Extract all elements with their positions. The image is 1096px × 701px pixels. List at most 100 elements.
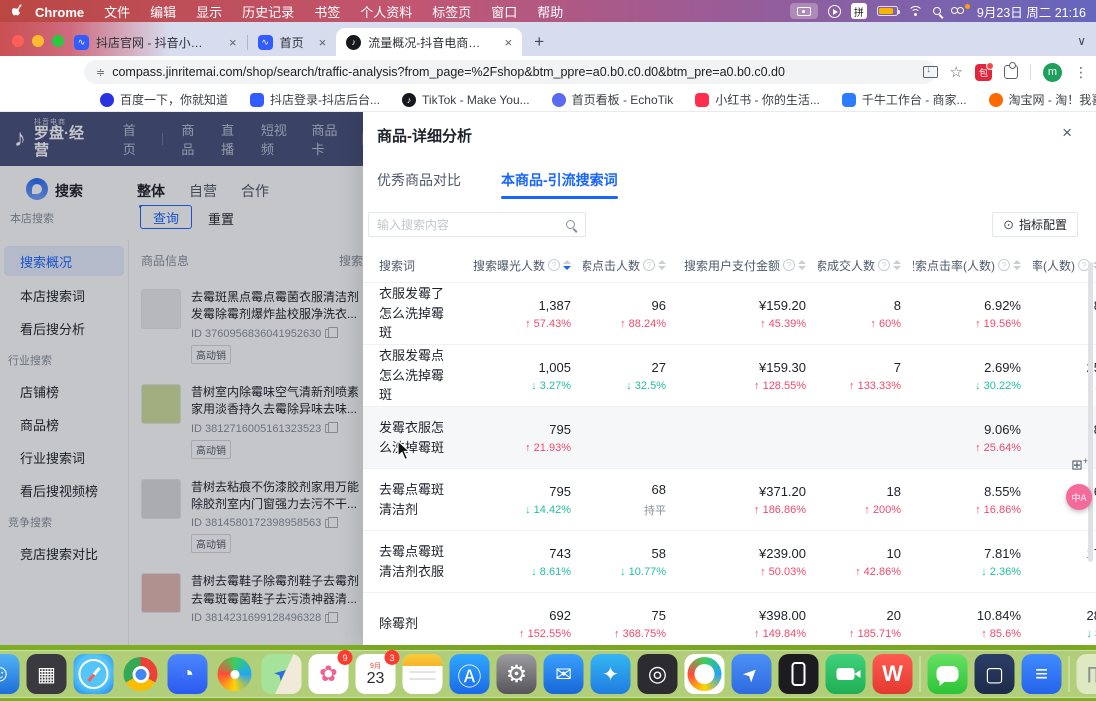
docs-app-dock-icon[interactable]: ≡ — [1022, 654, 1062, 694]
table-row-5[interactable]: 除霉剂692↑ 152.55%75↑ 368.75%¥398.00↑ 149.8… — [363, 592, 1096, 645]
extensions-puzzle-icon[interactable] — [1004, 65, 1018, 79]
install-app-icon[interactable] — [923, 66, 938, 78]
launchpad-dock-icon[interactable]: ▦ — [27, 654, 67, 694]
search-icon[interactable] — [566, 220, 575, 229]
bookmark-item-0[interactable]: 百度一下，你就知道 — [100, 91, 228, 108]
wps-office-dock-icon[interactable]: W — [873, 654, 913, 694]
paper-plane-app-dock-icon[interactable]: ➤ — [732, 654, 772, 694]
table-row-4[interactable]: 去霉点霉斑清洁剂衣服743↓ 8.61%58↓ 10.77%¥239.00↑ 5… — [363, 530, 1096, 592]
column-header-1[interactable]: 搜索曝光人数? — [468, 257, 583, 274]
keyword-search-box[interactable] — [368, 212, 586, 237]
maps-dock-icon[interactable]: ➤ — [262, 654, 302, 694]
menu-item-2[interactable]: 编辑 — [140, 5, 186, 20]
bookmark-item-1[interactable]: 抖店登录-抖店后台... — [250, 91, 380, 108]
mail-dock-icon[interactable]: ✉ — [544, 654, 584, 694]
site-settings-icon[interactable]: ≑ — [96, 66, 104, 79]
tab-close-icon[interactable]: × — [311, 35, 327, 50]
blue-app-dock-icon[interactable]: ✦ — [591, 654, 631, 694]
new-tab-button[interactable]: + — [534, 32, 544, 52]
menu-item-4[interactable]: 历史记录 — [232, 5, 304, 20]
menu-bar-clock[interactable]: 9月23日 周二 21:16 — [977, 2, 1086, 21]
bookmark-star-icon[interactable]: ☆ — [950, 63, 963, 81]
bookmark-item-2[interactable]: ♪TikTok - Make You... — [402, 93, 530, 107]
colorful-browser-dock-icon[interactable] — [685, 654, 725, 694]
menu-item-5[interactable]: 书签 — [304, 5, 350, 20]
notes-dock-icon[interactable] — [403, 654, 443, 694]
media-play-status-icon[interactable] — [828, 5, 841, 18]
menu-item-9[interactable]: 帮助 — [527, 5, 573, 20]
apple-menu-icon[interactable] — [12, 4, 25, 19]
table-row-1[interactable]: 衣服发霉点怎么洗掉霉斑1,005↓ 3.27%27↓ 32.5%¥159.30↑… — [363, 344, 1096, 406]
bookmark-item-6[interactable]: 淘宝网 - 淘！我喜欢 — [989, 91, 1096, 108]
address-bar[interactable]: ≑ compass.jinritemai.com/shop/search/tra… — [84, 60, 936, 84]
browser-tab-1[interactable]: ∿首页× — [248, 29, 337, 55]
bookmark-item-3[interactable]: 首页看板 - EchoTik — [552, 91, 674, 108]
table-row-2[interactable]: 发霉衣服怎么洗掉霉斑795↑ 21.93%9.06%↑ 25.64%8↓ — [363, 406, 1096, 468]
menu-item-0[interactable]: Chrome — [25, 5, 94, 20]
trash-dock-icon[interactable]: Ш — [1077, 654, 1096, 694]
calendar-dock-icon[interactable]: 9月233 — [356, 654, 396, 694]
tab-close-icon[interactable]: × — [221, 35, 237, 50]
photos-dock-icon[interactable]: ✿9 — [309, 654, 349, 694]
help-icon[interactable]: ? — [998, 259, 1010, 271]
column-header-4[interactable]: 搜索成交人数? — [818, 257, 913, 274]
menu-item-7[interactable]: 标签页 — [422, 5, 481, 20]
input-method-icon[interactable]: 拼 — [851, 3, 867, 19]
menu-item-6[interactable]: 个人资料 — [350, 5, 422, 20]
system-settings-dock-icon[interactable]: ⚙ — [497, 654, 537, 694]
drawer-close-icon[interactable]: × — [1062, 123, 1072, 143]
table-row-0[interactable]: 衣服发霉了怎么洗掉霉斑1,387↑ 57.43%96↑ 88.24%¥159.2… — [363, 282, 1096, 344]
help-icon[interactable]: ? — [878, 259, 890, 271]
safari-dock-icon[interactable] — [74, 654, 114, 694]
menu-item-3[interactable]: 显示 — [186, 5, 232, 20]
column-header-3[interactable]: 搜索用户支付金额? — [678, 257, 818, 274]
camera-lens-app-dock-icon[interactable]: ◎ — [638, 654, 678, 694]
drawer-tab-0[interactable]: 优秀商品对比 — [377, 170, 461, 190]
table-row-3[interactable]: 去霉点霉斑清洁剂795↓ 14.42%68持平¥371.20↑ 186.86%1… — [363, 468, 1096, 530]
metric-config-button[interactable]: ⊙ 指标配置 — [992, 212, 1078, 237]
column-header-5[interactable]: 搜索点击率(人数)? — [913, 257, 1033, 274]
user-switch-icon[interactable] — [951, 5, 967, 17]
browser-tab-0[interactable]: ∿抖店官网 - 抖音小店，抖音电...× — [64, 29, 247, 55]
bookmark-item-4[interactable]: 小红书 - 你的生活... — [695, 91, 820, 108]
spotlight-search-icon[interactable] — [933, 7, 941, 15]
chrome-menu-icon[interactable]: ⋮ — [1074, 64, 1088, 81]
sort-icon[interactable] — [893, 260, 901, 270]
quark-browser-dock-icon[interactable]: ◔ — [168, 654, 208, 694]
sort-icon[interactable] — [563, 260, 571, 270]
sort-icon[interactable] — [798, 260, 806, 270]
minimize-window-button[interactable] — [32, 35, 44, 47]
facetime-dock-icon[interactable] — [826, 654, 866, 694]
column-header-6[interactable]: 搜索点击-成交率(人数)? — [1033, 257, 1096, 274]
wifi-icon[interactable] — [908, 6, 923, 17]
bookmark-item-5[interactable]: 千牛工作台 - 商家... — [842, 91, 967, 108]
profile-avatar[interactable]: m — [1043, 63, 1062, 82]
help-icon[interactable]: ? — [643, 259, 655, 271]
drawer-tab-1[interactable]: 本商品-引流搜索词 — [501, 170, 618, 190]
translate-float-icon[interactable]: 中A — [1066, 484, 1092, 510]
column-header-2[interactable]: 搜索点击人数? — [583, 257, 678, 274]
browser-tab-2[interactable]: ♪流量概况-抖音电商罗盘× — [336, 28, 522, 56]
chrome-dock-icon[interactable] — [121, 654, 161, 694]
finder-dock-icon[interactable]: ☺ — [0, 654, 20, 694]
sort-icon[interactable] — [658, 260, 666, 270]
app-store-dock-icon[interactable]: Ⓐ — [450, 654, 490, 694]
messages-dock-icon[interactable] — [928, 654, 968, 694]
keyword-search-input[interactable] — [369, 218, 566, 232]
red-extension-icon[interactable]: 包 — [975, 64, 992, 81]
menu-item-1[interactable]: 文件 — [94, 5, 140, 20]
remote-desktop-dock-icon[interactable]: ▢ — [975, 654, 1015, 694]
extension-grid-icon[interactable]: ⊞+ — [1071, 456, 1088, 474]
screen-share-status-icon[interactable] — [790, 3, 818, 19]
iphone-mirroring-dock-icon[interactable] — [779, 654, 819, 694]
sort-icon[interactable] — [1013, 260, 1021, 270]
drawer-scrollbar[interactable] — [1088, 262, 1093, 562]
tab-search-chevron-icon[interactable]: ∨ — [1077, 34, 1086, 48]
close-window-button[interactable] — [12, 35, 24, 47]
help-icon[interactable]: ? — [548, 259, 560, 271]
tab-close-icon[interactable]: × — [497, 35, 513, 50]
help-icon[interactable]: ? — [783, 259, 795, 271]
browser-360-dock-icon[interactable] — [215, 654, 255, 694]
maximize-window-button[interactable] — [52, 35, 64, 47]
menu-item-8[interactable]: 窗口 — [481, 5, 527, 20]
